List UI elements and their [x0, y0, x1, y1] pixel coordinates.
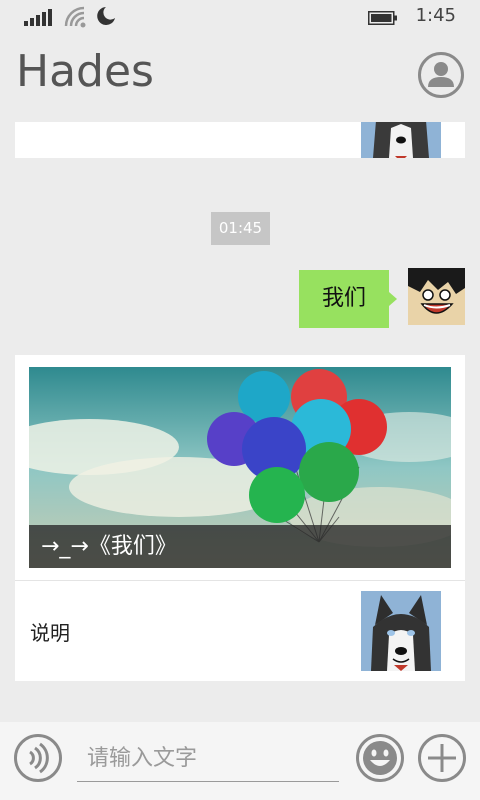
header: Hades: [0, 36, 480, 116]
battery-icon: [368, 11, 397, 25]
add-button[interactable]: [418, 734, 466, 782]
smiley-icon: [363, 741, 397, 775]
husky-thumbnail: [361, 122, 441, 158]
profile-button[interactable]: [418, 52, 464, 98]
message-input[interactable]: [77, 736, 339, 782]
bubble-tail: [389, 292, 397, 306]
page-title: Hades: [16, 46, 154, 97]
voice-icon: [29, 742, 49, 774]
input-bar: [0, 722, 480, 800]
article-description: 说明: [30, 621, 70, 645]
previous-article-card[interactable]: [15, 122, 465, 158]
outgoing-message-bubble[interactable]: 我们: [299, 270, 389, 328]
status-time: 1:45: [415, 5, 456, 26]
person-icon: [428, 62, 454, 87]
message-timestamp: 01:45: [211, 212, 270, 245]
article-card[interactable]: →_→《我们》 说明: [15, 355, 465, 681]
article-caption: →_→《我们》: [29, 525, 451, 568]
signal-icon: [24, 9, 54, 26]
divider: [15, 580, 465, 581]
moon-icon: [97, 7, 115, 25]
status-bar: 1:45: [0, 0, 480, 36]
wifi-icon: [64, 6, 86, 28]
voice-button[interactable]: [14, 734, 62, 782]
balloons-image: →_→《我们》: [29, 367, 451, 568]
plus-icon: [428, 744, 456, 772]
emoji-button[interactable]: [356, 734, 404, 782]
user-avatar[interactable]: [408, 268, 465, 325]
husky-thumbnail: [361, 591, 441, 671]
